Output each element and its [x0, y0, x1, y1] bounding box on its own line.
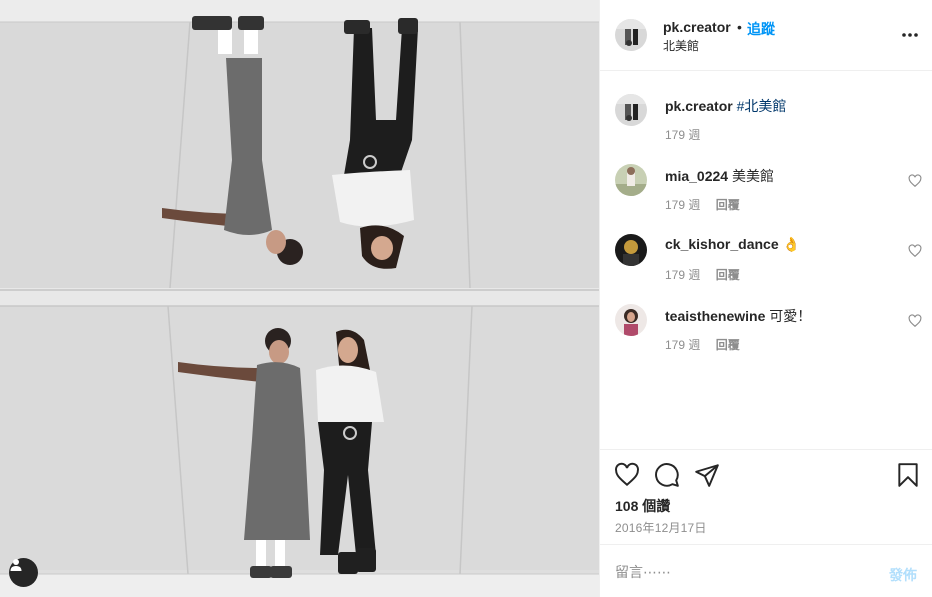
- avatar[interactable]: [615, 234, 647, 266]
- reply-button[interactable]: 回覆: [716, 198, 740, 212]
- share-icon[interactable]: [694, 462, 720, 488]
- like-count[interactable]: 108 個讚: [615, 496, 670, 516]
- more-icon[interactable]: [900, 25, 920, 45]
- post-actions: 108 個讚 2016年12月17日: [600, 449, 932, 544]
- follow-button[interactable]: 追蹤: [747, 19, 775, 39]
- post-comment-button[interactable]: 發佈: [889, 565, 917, 585]
- post-date[interactable]: 2016年12月17日: [615, 519, 707, 536]
- separator-dot: •: [737, 19, 742, 35]
- list-item: mia_0224 美美館 179 週 回覆: [600, 164, 932, 224]
- post-photo[interactable]: [0, 0, 599, 597]
- list-item: ck_kishor_dance 👌 179 週 回覆: [600, 234, 932, 294]
- avatar[interactable]: [615, 304, 647, 336]
- heart-icon[interactable]: [614, 462, 640, 488]
- post-header: pk.creator • 追蹤 北美館: [600, 0, 932, 71]
- avatar[interactable]: [615, 94, 647, 126]
- heart-icon[interactable]: [908, 314, 922, 328]
- heart-icon[interactable]: [908, 174, 922, 188]
- comment-body: 美美館: [731, 168, 774, 184]
- heart-icon[interactable]: [908, 244, 922, 258]
- comment-list: pk.creator #北美館 179 週 mia_0224 美美館 179 週…: [600, 71, 932, 449]
- comment-input[interactable]: [615, 559, 875, 585]
- author-avatar[interactable]: [615, 19, 647, 51]
- comment-icon[interactable]: [654, 462, 680, 488]
- bookmark-icon[interactable]: [895, 462, 921, 488]
- comment-meta: 179 週 回覆: [665, 336, 740, 353]
- comment-text: teaisthenewine 可愛！: [665, 306, 811, 326]
- avatar[interactable]: [615, 164, 647, 196]
- comment-time[interactable]: 179 週: [665, 268, 700, 282]
- post-sidebar: pk.creator • 追蹤 北美館 pk.creator #北美館 179 …: [599, 0, 932, 597]
- list-item: teaisthenewine 可愛！ 179 週 回覆: [600, 304, 932, 364]
- comment-text: mia_0224 美美館: [665, 166, 774, 186]
- author-username[interactable]: pk.creator: [663, 19, 731, 35]
- comment-time[interactable]: 179 週: [665, 338, 700, 352]
- user-tag-icon[interactable]: [9, 558, 38, 587]
- caption: pk.creator #北美館 179 週: [600, 94, 932, 154]
- comment-username[interactable]: ck_kishor_dance: [665, 236, 779, 252]
- comment-body: 👌: [782, 236, 800, 252]
- comment-time[interactable]: 179 週: [665, 128, 700, 142]
- photo-image: [0, 0, 599, 597]
- comment-body: 可愛！: [769, 308, 812, 324]
- reply-button[interactable]: 回覆: [716, 338, 740, 352]
- comment-time[interactable]: 179 週: [665, 198, 700, 212]
- comment-text: pk.creator #北美館: [665, 96, 786, 116]
- comment-username[interactable]: teaisthenewine: [665, 308, 765, 324]
- comment-username[interactable]: pk.creator: [665, 98, 733, 114]
- reply-button[interactable]: 回覆: [716, 268, 740, 282]
- hashtag-link[interactable]: #北美館: [737, 98, 787, 114]
- add-comment-bar: 發佈: [600, 544, 932, 597]
- comment-username[interactable]: mia_0224: [665, 168, 728, 184]
- comment-meta: 179 週: [665, 126, 700, 143]
- post-location[interactable]: 北美館: [663, 37, 699, 54]
- comment-text: ck_kishor_dance 👌: [665, 236, 800, 253]
- comment-meta: 179 週 回覆: [665, 266, 740, 283]
- comment-meta: 179 週 回覆: [665, 196, 740, 213]
